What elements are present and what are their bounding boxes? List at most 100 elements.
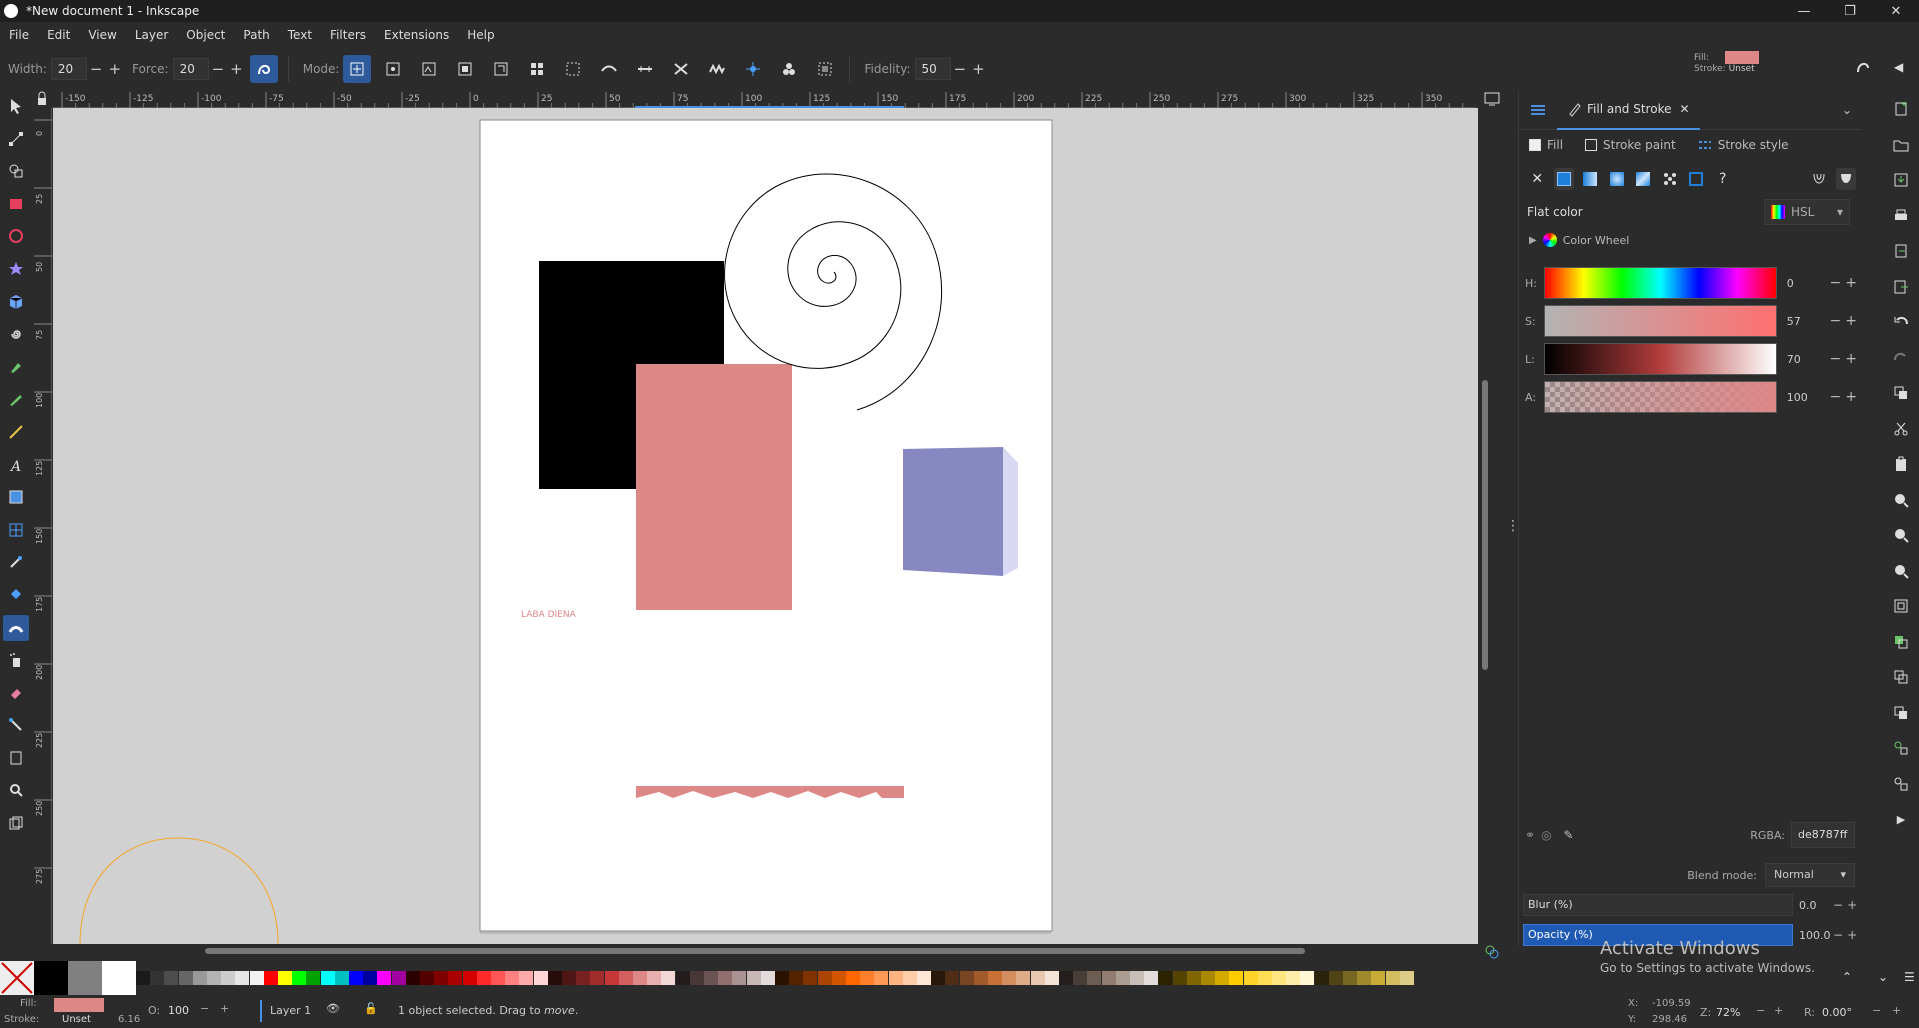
palette-swatch[interactable] <box>1399 971 1414 985</box>
mode-push-button[interactable] <box>559 55 587 83</box>
minus-icon[interactable]: − <box>954 60 967 78</box>
unset-paint-button[interactable]: ? <box>1713 168 1734 190</box>
palette-swatch[interactable] <box>164 971 179 985</box>
export-button[interactable] <box>1888 274 1914 300</box>
stroke-paint-subtab[interactable]: Stroke paint <box>1585 138 1676 152</box>
3d-box-side[interactable] <box>1003 447 1018 576</box>
palette-swatch[interactable] <box>1229 971 1244 985</box>
clone-button[interactable] <box>1888 664 1914 690</box>
palette-swatch[interactable] <box>931 971 946 985</box>
palette-swatch[interactable] <box>178 971 193 985</box>
canvas[interactable]: LABA DIENA <box>53 108 1478 944</box>
palette-swatch[interactable] <box>1385 971 1400 985</box>
pattern-button[interactable] <box>1660 168 1681 190</box>
mode-move-jitter-button[interactable] <box>415 55 443 83</box>
palette-swatch[interactable] <box>434 971 449 985</box>
menu-extensions[interactable]: Extensions <box>375 28 458 42</box>
plus-icon[interactable]: + <box>1845 313 1857 329</box>
plus-icon[interactable]: + <box>1845 389 1857 405</box>
duplicate-button[interactable] <box>1888 629 1914 655</box>
palette-swatch[interactable] <box>207 971 221 985</box>
display-mode-icon[interactable] <box>1484 92 1500 109</box>
color-managed-icon[interactable]: ◎ <box>1541 828 1551 842</box>
palette-swatch[interactable] <box>1158 971 1173 985</box>
mode-scale-button[interactable] <box>451 55 479 83</box>
palette-swatch[interactable] <box>405 971 420 985</box>
mode-roughen-button[interactable] <box>667 55 695 83</box>
redo-button[interactable] <box>1888 345 1914 371</box>
hue-value[interactable]: 0 <box>1787 277 1826 290</box>
plus-icon[interactable]: + <box>108 60 121 78</box>
palette-swatch[interactable] <box>476 971 491 985</box>
palette-swatch[interactable] <box>1172 971 1187 985</box>
mode-rotate-button[interactable] <box>487 55 515 83</box>
minus-icon[interactable]: − <box>1833 928 1843 942</box>
connector-tool[interactable] <box>3 712 29 738</box>
swatch-button[interactable] <box>1686 168 1707 190</box>
snap-icon[interactable] <box>1854 58 1872 79</box>
palette-swatch[interactable] <box>1357 971 1372 985</box>
palette-swatch[interactable] <box>803 971 818 985</box>
palette-swatch[interactable] <box>633 971 647 985</box>
current-layer-label[interactable]: Layer 1 <box>270 1004 311 1017</box>
palette-swatch[interactable] <box>604 971 619 985</box>
palette-swatch[interactable] <box>1215 971 1230 985</box>
palette-swatch[interactable] <box>306 971 321 985</box>
palette-swatch[interactable] <box>647 971 662 985</box>
palette-swatch[interactable] <box>334 971 349 985</box>
palette-swatch[interactable] <box>462 971 477 985</box>
vertical-scroll-thumb[interactable] <box>1482 380 1488 670</box>
unlink-clone-button[interactable] <box>1888 700 1914 726</box>
palette-swatch[interactable] <box>1059 971 1073 985</box>
palette-swatch[interactable] <box>618 971 633 985</box>
palette-swatch[interactable] <box>448 971 463 985</box>
mode-move-objects-button[interactable] <box>343 55 372 83</box>
palette-swatch[interactable] <box>973 971 988 985</box>
status-opacity-value[interactable]: 100 <box>168 1004 189 1017</box>
ungroup-button[interactable] <box>1888 771 1914 797</box>
import-button[interactable] <box>1888 238 1914 264</box>
palette-swatch[interactable] <box>547 971 562 985</box>
palette-swatch[interactable] <box>363 971 378 985</box>
minus-icon[interactable]: − <box>1872 1004 1881 1017</box>
pencil-tool[interactable] <box>3 386 29 412</box>
pink-rectangle[interactable] <box>636 364 792 610</box>
menu-object[interactable]: Object <box>177 28 234 42</box>
zoom-fit-button[interactable] <box>1888 593 1914 619</box>
fill-rule-nonzero-button[interactable] <box>1835 168 1856 190</box>
zoom-value[interactable]: 72% <box>1716 1006 1740 1019</box>
palette-swatch[interactable] <box>732 971 747 985</box>
palette-swatch[interactable] <box>1130 971 1144 985</box>
minus-icon[interactable]: − <box>212 60 225 78</box>
fidelity-input[interactable]: 50 <box>914 58 951 80</box>
menu-filters[interactable]: Filters <box>321 28 375 42</box>
swatch-none[interactable] <box>0 961 34 995</box>
laba-diena-text[interactable]: LABA DIENA <box>521 610 577 620</box>
palette-swatch[interactable] <box>704 971 718 985</box>
fill-rule-evenodd-button[interactable] <box>1809 168 1830 190</box>
palette-swatch[interactable] <box>1257 971 1272 985</box>
minus-icon[interactable]: − <box>200 1002 209 1015</box>
ellipse-tool[interactable] <box>3 223 29 249</box>
palette-swatch[interactable] <box>235 971 250 985</box>
palette-swatch[interactable] <box>192 971 207 985</box>
group-button[interactable] <box>1888 735 1914 761</box>
no-paint-button[interactable]: ✕ <box>1527 168 1548 190</box>
lightness-slider[interactable] <box>1544 343 1777 375</box>
color-mode-select[interactable]: HSL ▾ <box>1764 199 1850 225</box>
tweak-tool[interactable] <box>3 614 29 641</box>
palette-swatch[interactable] <box>1201 971 1215 985</box>
save-button[interactable] <box>1888 167 1914 193</box>
mode-attract-button[interactable] <box>631 55 659 83</box>
palette-swatch[interactable] <box>902 971 917 985</box>
radial-gradient-button[interactable] <box>1607 168 1628 190</box>
lightness-value[interactable]: 70 <box>1787 353 1826 366</box>
minus-icon[interactable]: − <box>90 60 103 78</box>
swatch-white[interactable] <box>102 961 136 995</box>
stroke-style-subtab[interactable]: Stroke style <box>1698 138 1789 152</box>
toolbar-overflow-icon[interactable]: ◀ <box>1894 60 1903 74</box>
palette-swatch[interactable] <box>831 971 846 985</box>
plus-icon[interactable]: + <box>1847 928 1857 942</box>
lock-guides-icon[interactable] <box>32 90 52 108</box>
blur-slider[interactable]: Blur (%) <box>1523 894 1793 916</box>
